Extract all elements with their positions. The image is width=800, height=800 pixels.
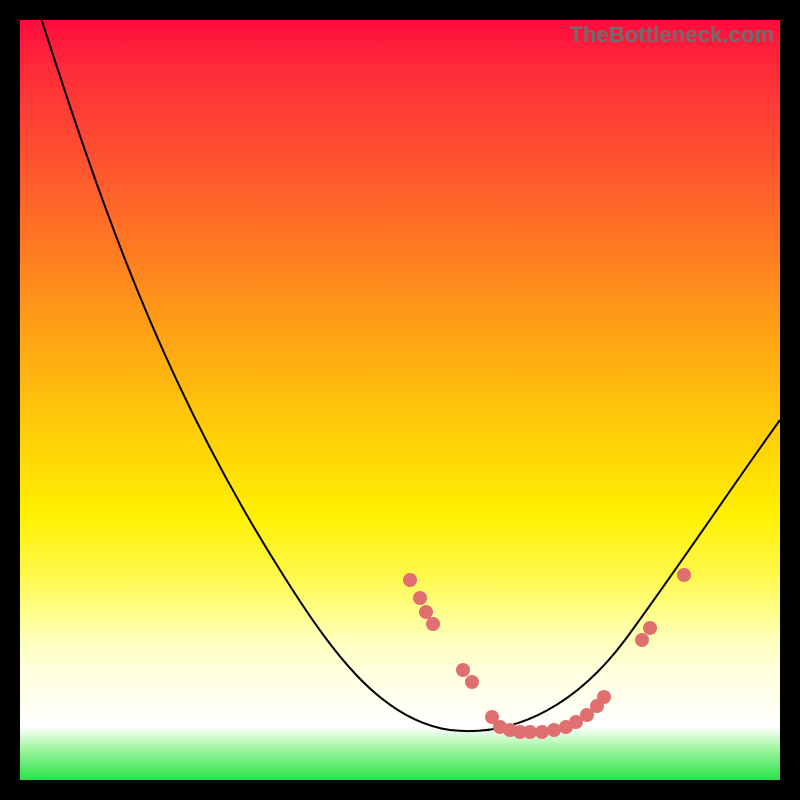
- curve-dot: [456, 663, 470, 677]
- curve-dot: [523, 725, 537, 739]
- curve-dot: [635, 633, 649, 647]
- curve-line: [40, 20, 780, 731]
- chart-frame: TheBottleneck.com: [20, 20, 780, 780]
- curve-dot: [547, 723, 561, 737]
- curve-dot: [597, 690, 611, 704]
- curve-dots: [403, 568, 691, 739]
- curve-dot: [419, 605, 433, 619]
- curve-dot: [677, 568, 691, 582]
- curve-dot: [465, 675, 479, 689]
- curve-dot: [426, 617, 440, 631]
- bottleneck-curve: [20, 20, 780, 780]
- curve-dot: [643, 621, 657, 635]
- curve-dot: [535, 725, 549, 739]
- curve-dot: [413, 591, 427, 605]
- watermark: TheBottleneck.com: [569, 22, 774, 48]
- curve-dot: [403, 573, 417, 587]
